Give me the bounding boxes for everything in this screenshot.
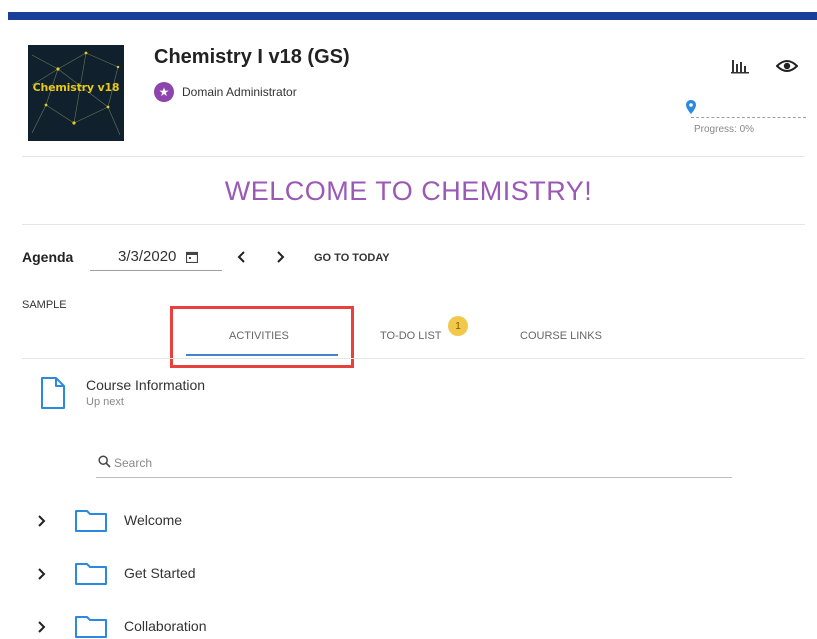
progress-indicator: Progress: 0% <box>686 100 806 140</box>
top-bar <box>8 12 817 20</box>
section-label: SAMPLE <box>22 299 67 311</box>
eye-icon[interactable] <box>776 58 798 74</box>
course-thumbnail: Chemistry v18 <box>28 45 124 141</box>
role-label: Domain Administrator <box>182 85 297 99</box>
previous-day-chevron-icon[interactable] <box>236 250 248 264</box>
search-icon <box>98 455 111 468</box>
folder-row-welcome[interactable]: Welcome <box>30 506 430 536</box>
agenda-date-value: 3/3/2020 <box>118 248 177 265</box>
folder-label: Welcome <box>124 512 183 528</box>
tab-todo-list[interactable]: TO-DO LIST <box>380 330 442 342</box>
expand-chevron-icon[interactable] <box>36 567 46 581</box>
document-icon[interactable] <box>40 376 66 410</box>
next-day-chevron-icon[interactable] <box>274 250 286 264</box>
location-pin-icon <box>686 100 696 114</box>
folder-label: Get Started <box>124 565 196 581</box>
thumbnail-text: Chemistry v18 <box>32 81 120 94</box>
go-to-today-button[interactable]: GO TO TODAY <box>314 252 390 264</box>
bar-chart-icon[interactable] <box>730 58 750 74</box>
welcome-heading: WELCOME TO CHEMISTRY! <box>224 176 593 206</box>
up-next-title[interactable]: Course Information <box>86 377 205 393</box>
course-title: Chemistry I v18 (GS) <box>154 46 350 68</box>
progress-label: Progress: 0% <box>694 124 755 135</box>
search-box <box>96 450 732 478</box>
expand-chevron-icon[interactable] <box>36 620 46 634</box>
welcome-divider <box>22 224 805 225</box>
tabs-divider <box>22 358 805 359</box>
header-divider <box>22 156 805 157</box>
agenda-date-field[interactable]: 3/3/2020 <box>90 243 222 271</box>
tab-course-links[interactable]: COURSE LINKS <box>520 330 602 342</box>
progress-track <box>691 117 806 118</box>
folder-icon <box>75 563 107 585</box>
calendar-icon[interactable] <box>186 251 199 263</box>
search-input[interactable] <box>114 453 714 473</box>
folder-row-get-started[interactable]: Get Started <box>30 559 430 589</box>
agenda-label: Agenda <box>22 249 74 265</box>
role-row: ★ Domain Administrator <box>154 82 297 102</box>
star-badge-icon: ★ <box>154 82 174 102</box>
folder-label: Collaboration <box>124 618 207 634</box>
folder-icon <box>75 616 107 638</box>
up-next-subtitle: Up next <box>86 396 124 408</box>
todo-count-badge: 1 <box>448 316 468 336</box>
folder-icon <box>75 510 107 532</box>
expand-chevron-icon[interactable] <box>36 514 46 528</box>
folder-row-collaboration[interactable]: Collaboration <box>30 612 430 639</box>
